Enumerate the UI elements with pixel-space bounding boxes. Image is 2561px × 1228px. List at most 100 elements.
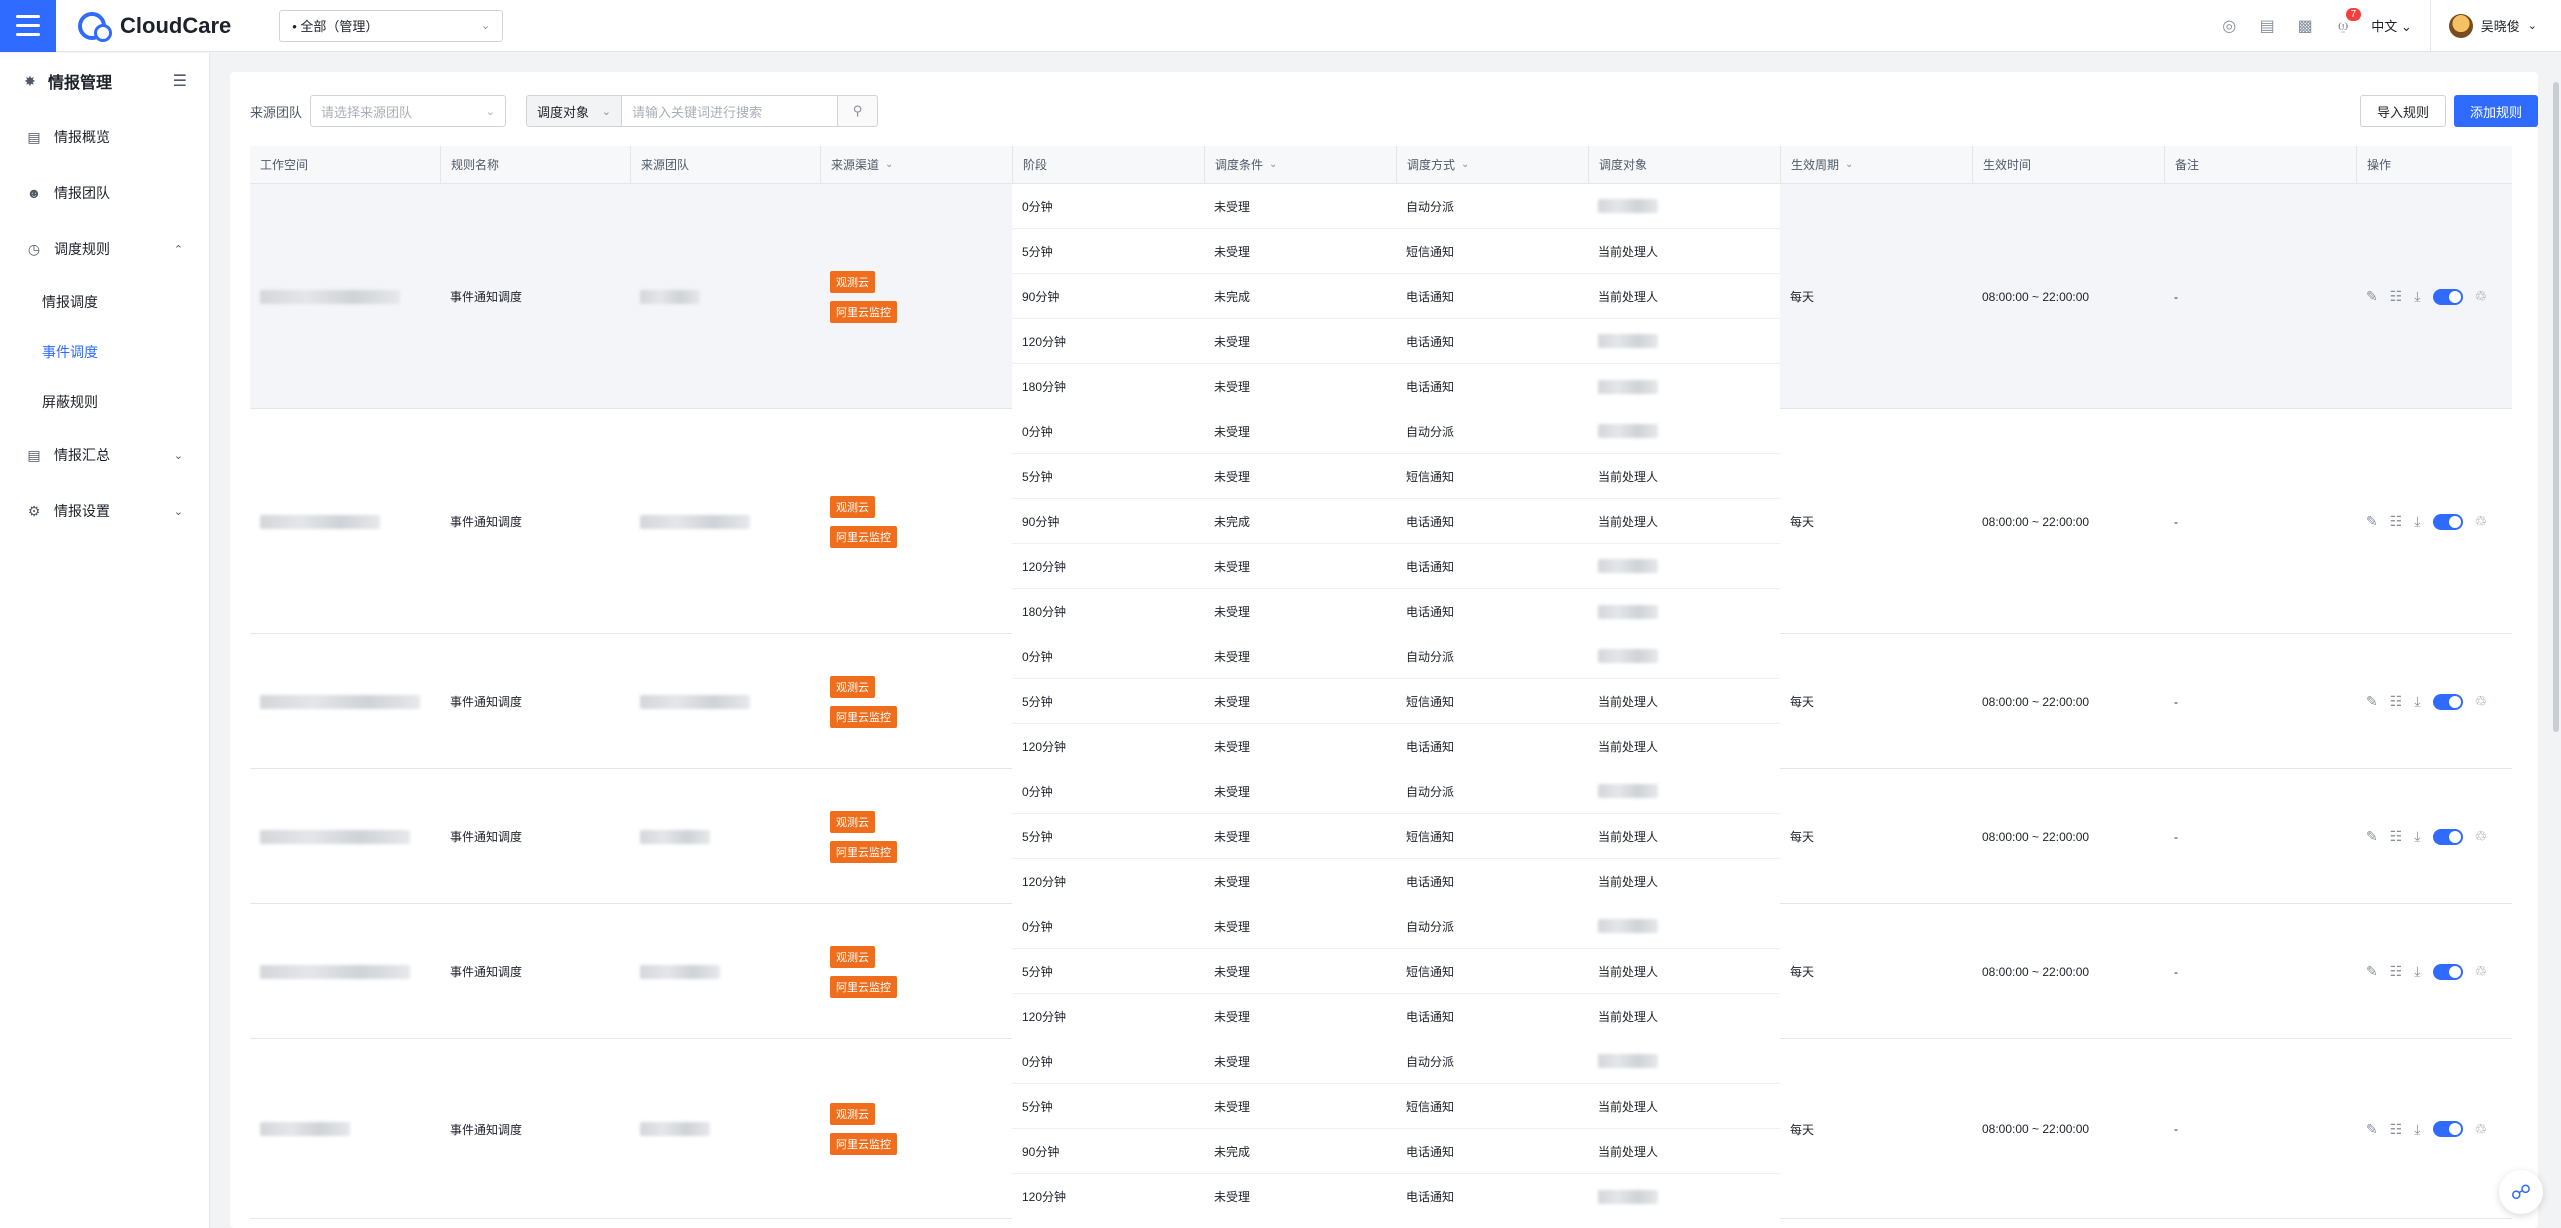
column-header[interactable]: 调度方式 ⌄ bbox=[1396, 146, 1588, 183]
condition-label: 未受理 bbox=[1214, 334, 1251, 349]
sidebar-item-overview[interactable]: ▤ 情报概览 bbox=[0, 109, 209, 165]
user-menu[interactable]: 吴晓俊 ⌄ bbox=[2448, 13, 2537, 38]
delete-icon[interactable]: ♲ bbox=[2475, 963, 2488, 980]
download-icon[interactable]: ⤓ bbox=[2414, 288, 2420, 305]
method-label: 电话通知 bbox=[1406, 559, 1455, 574]
username: 吴晓俊 bbox=[2480, 19, 2520, 34]
enable-toggle[interactable] bbox=[2432, 288, 2463, 305]
sidebar-item-summary[interactable]: ▤ 情报汇总 ⌄ bbox=[0, 427, 209, 483]
chevron-down-icon[interactable]: ⌄ bbox=[1461, 159, 1469, 170]
download-icon[interactable]: ⤓ bbox=[2414, 828, 2420, 845]
redacted-workspace bbox=[260, 1122, 350, 1136]
period-cell: 每天 bbox=[1780, 634, 1972, 769]
chevron-down-icon[interactable]: ⌄ bbox=[1269, 159, 1277, 170]
chevron-down-icon[interactable]: ⌄ bbox=[885, 159, 893, 170]
bell-icon[interactable]: ⍹ 7 bbox=[2333, 7, 2362, 35]
scrollbar-thumb[interactable] bbox=[2553, 82, 2559, 732]
time-label: 08:00:00 ~ 22:00:00 bbox=[1982, 514, 2090, 529]
target-label: 当前处理人 bbox=[1598, 469, 1659, 484]
column-header[interactable]: 生效周期 ⌄ bbox=[1780, 146, 1972, 183]
stage-label: 120分钟 bbox=[1022, 559, 1067, 574]
delete-icon[interactable]: ♲ bbox=[2475, 513, 2488, 530]
sidebar-item-schedule-rules[interactable]: ◷ 调度规则 ⌃ bbox=[0, 221, 209, 277]
column-header[interactable]: 调度条件 ⌄ bbox=[1204, 146, 1396, 183]
target-label-cell bbox=[1588, 364, 1780, 409]
clipboard-icon[interactable]: ▩ bbox=[2295, 16, 2315, 36]
floating-assistant-button[interactable]: ☍ bbox=[2499, 1170, 2543, 1214]
sidebar-subitem-intel-schedule[interactable]: 情报调度 bbox=[0, 277, 209, 327]
method-label: 电话通知 bbox=[1406, 1010, 1455, 1024]
condition-label: 未完成 bbox=[1214, 514, 1251, 529]
copy-icon[interactable]: ☷ bbox=[2390, 693, 2403, 710]
stage-list: 0分钟 未受理 自动分派 5分钟 未受理 短信通知 当前处理人 90分钟 未完成 电话通知 当前处理… bbox=[1012, 1039, 1780, 1219]
source-team-select[interactable]: 请选择来源团队 ⌄ bbox=[310, 95, 507, 127]
edit-icon[interactable]: ✎ bbox=[2366, 288, 2378, 305]
edit-icon[interactable]: ✎ bbox=[2366, 693, 2378, 710]
help-icon[interactable]: ◎ bbox=[2219, 16, 2239, 36]
delete-icon[interactable]: ♲ bbox=[2475, 288, 2488, 305]
search-group: 调度对象 ⌄ 请输入关键词进行搜索 ⚲ bbox=[526, 95, 879, 127]
collapse-sidebar-icon[interactable]: ☰ bbox=[173, 71, 187, 91]
copy-icon[interactable]: ☷ bbox=[2390, 828, 2403, 845]
import-rules-button[interactable]: 导入规则 bbox=[2359, 95, 2446, 127]
time-cell: 08:00:00 ~ 22:00:00 bbox=[1972, 634, 2164, 769]
download-icon[interactable]: ⤓ bbox=[2414, 513, 2420, 530]
copy-icon[interactable]: ☷ bbox=[2390, 288, 2403, 305]
menu-toggle-button[interactable] bbox=[0, 0, 56, 52]
period-label: 每天 bbox=[1790, 515, 1815, 529]
rules-table: 工作空间 规则名称 来源团队 来源渠道 ⌄ 阶段 调度条件 ⌄ 调度方式 ⌄ 调度对象 生效周期 ⌄ 生效… bbox=[250, 146, 2512, 1219]
period-cell: 每天 bbox=[1780, 769, 1972, 904]
sidebar-subitem-event-schedule[interactable]: 事件调度 bbox=[0, 327, 209, 377]
download-icon[interactable]: ⤓ bbox=[2414, 1121, 2420, 1138]
add-rule-button[interactable]: 添加规则 bbox=[2453, 95, 2538, 127]
table-row: 事件通知调度 观测云 阿里云监控 0分钟 未受理 自动分派 5分钟 未受理 短信通知 当前处理人 9… bbox=[250, 409, 2512, 634]
enable-toggle[interactable] bbox=[2432, 693, 2463, 710]
delete-icon[interactable]: ♲ bbox=[2475, 1121, 2488, 1138]
rule-name-cell: 事件通知调度 bbox=[440, 634, 630, 769]
stage-row: 120分钟 未受理 电话通知 当前处理人 bbox=[1012, 994, 1780, 1039]
edit-icon[interactable]: ✎ bbox=[2366, 1121, 2378, 1138]
column-header[interactable]: 来源渠道 ⌄ bbox=[820, 146, 1012, 183]
column-header: 调度对象 bbox=[1588, 146, 1780, 183]
download-icon[interactable]: ⤓ bbox=[2414, 693, 2420, 710]
copy-icon[interactable]: ☷ bbox=[2390, 1121, 2403, 1138]
brand-logo[interactable]: CloudCare bbox=[78, 11, 231, 42]
search-button[interactable]: ⚲ bbox=[838, 95, 879, 127]
delete-icon[interactable]: ♲ bbox=[2475, 828, 2488, 845]
target-label-cell bbox=[1588, 904, 1780, 949]
chevron-down-icon[interactable]: ⌄ bbox=[1845, 159, 1853, 170]
stage-row: 0分钟 未受理 自动分派 bbox=[1012, 634, 1780, 679]
period-label: 每天 bbox=[1790, 965, 1815, 979]
edit-icon[interactable]: ✎ bbox=[2366, 513, 2378, 530]
enable-toggle[interactable] bbox=[2432, 828, 2463, 845]
copy-icon[interactable]: ☷ bbox=[2390, 513, 2403, 530]
page-scrollbar[interactable] bbox=[2551, 52, 2561, 1228]
workspace-select[interactable]: • 全部（管理） ⌄ bbox=[279, 9, 504, 42]
document-icon[interactable]: ▤ bbox=[2257, 16, 2277, 36]
sidebar-subitem-mute-rules[interactable]: 屏蔽规则 bbox=[0, 377, 209, 427]
column-header-label: 规则名称 bbox=[451, 158, 500, 172]
download-icon[interactable]: ⤓ bbox=[2414, 963, 2420, 980]
table-row: 事件通知调度 观测云 阿里云监控 0分钟 未受理 自动分派 5分钟 未受理 短信通知 当前处理人 9… bbox=[250, 184, 2512, 409]
condition-label: 未受理 bbox=[1214, 1099, 1251, 1114]
edit-icon[interactable]: ✎ bbox=[2366, 828, 2378, 845]
note-label: - bbox=[2174, 1122, 2178, 1136]
condition-label-cell: 未受理 bbox=[1204, 319, 1396, 364]
enable-toggle[interactable] bbox=[2432, 1121, 2463, 1137]
copy-icon[interactable]: ☷ bbox=[2390, 963, 2403, 980]
stage-row: 120分钟 未受理 电话通知 当前处理人 bbox=[1012, 859, 1780, 904]
avatar bbox=[2448, 13, 2473, 38]
search-input[interactable]: 请输入关键词进行搜索 bbox=[622, 95, 839, 127]
search-field-select[interactable]: 调度对象 ⌄ bbox=[526, 95, 623, 127]
enable-toggle[interactable] bbox=[2432, 513, 2463, 530]
cloud-logo-icon bbox=[78, 11, 112, 42]
delete-icon[interactable]: ♲ bbox=[2475, 693, 2488, 710]
sidebar-item-settings[interactable]: ⚙ 情报设置 ⌄ bbox=[0, 483, 209, 539]
language-switch[interactable]: 中文 ⌄ bbox=[2371, 16, 2412, 35]
period-label: 每天 bbox=[1790, 1122, 1815, 1137]
stage-label-cell: 90分钟 bbox=[1012, 1129, 1204, 1174]
sidebar-item-team[interactable]: ☻ 情报团队 bbox=[0, 165, 209, 221]
edit-icon[interactable]: ✎ bbox=[2366, 963, 2378, 980]
method-label: 电话通知 bbox=[1406, 1190, 1455, 1204]
enable-toggle[interactable] bbox=[2432, 963, 2463, 980]
